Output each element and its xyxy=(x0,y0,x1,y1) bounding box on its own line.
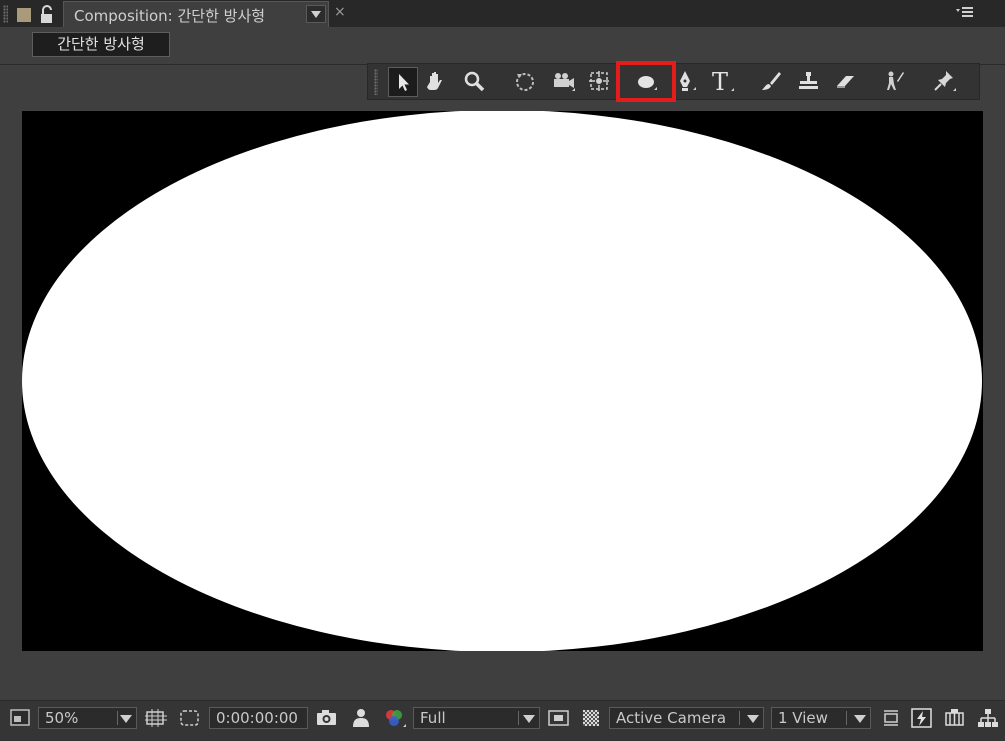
clone-stamp-tool-button[interactable] xyxy=(794,67,824,97)
magnification-value: 50% xyxy=(45,709,79,727)
flowchart-icon xyxy=(978,709,998,727)
checkerboard-icon xyxy=(583,710,599,726)
eraser-tool-button[interactable] xyxy=(831,67,861,97)
preview-icon xyxy=(10,709,30,726)
resolution-value: Full xyxy=(420,709,446,727)
roto-brush-icon xyxy=(887,71,904,90)
rgb-channels-icon xyxy=(386,710,406,727)
puppet-pin-tool-button[interactable] xyxy=(930,67,960,97)
type-tool-button[interactable]: T xyxy=(708,67,738,97)
transparency-grid-button[interactable] xyxy=(579,706,605,730)
composition-tab[interactable]: Composition: 간단한 방사형 xyxy=(63,1,329,27)
view-layout-dropdown[interactable]: 1 View xyxy=(771,707,871,729)
rotate-icon xyxy=(516,73,534,91)
flowchart-button[interactable] xyxy=(975,706,1001,730)
mask-visibility-button[interactable] xyxy=(177,706,203,730)
dropdown-separator xyxy=(518,711,519,725)
type-icon: T xyxy=(712,68,734,95)
camera-view-dropdown[interactable]: Active Camera xyxy=(609,707,764,729)
composition-dropdown-button[interactable] xyxy=(306,5,326,23)
snapshot-button[interactable] xyxy=(314,706,340,730)
dropdown-separator xyxy=(739,711,740,725)
panel-tab-bar: Composition: 간단한 방사형 × xyxy=(0,0,1005,27)
composition-tab-label: Composition: 간단한 방사형 xyxy=(74,7,266,25)
fast-previews-button[interactable] xyxy=(909,706,935,730)
stamp-icon xyxy=(799,72,818,89)
camera-snapshot-icon xyxy=(317,710,336,725)
show-snapshot-button[interactable] xyxy=(348,706,374,730)
always-preview-toggle[interactable] xyxy=(8,706,34,730)
selection-tool-button[interactable] xyxy=(388,67,418,97)
pan-behind-tool-button[interactable] xyxy=(585,67,615,97)
mask-icon xyxy=(180,710,199,726)
camera-view-value: Active Camera xyxy=(616,709,727,727)
composition-viewer[interactable] xyxy=(22,111,983,651)
timeline-icon xyxy=(945,709,964,726)
composition-breadcrumb[interactable]: 간단한 방사형 xyxy=(32,32,170,57)
brush-tool-button[interactable] xyxy=(757,67,787,97)
composition-navigator: 간단한 방사형 xyxy=(0,27,1005,62)
view-layout-value: 1 View xyxy=(778,709,828,727)
grid-guides-button[interactable] xyxy=(143,706,169,730)
panel-menu-icon[interactable] xyxy=(954,3,976,21)
person-icon xyxy=(353,709,369,727)
toggle-pixel-aspect-button[interactable] xyxy=(879,706,905,730)
camera-tool-button[interactable] xyxy=(548,67,578,97)
hand-icon xyxy=(427,72,442,90)
grid-icon xyxy=(145,709,167,727)
eraser-icon xyxy=(837,76,854,88)
fast-preview-icon xyxy=(911,708,932,728)
timecode-field[interactable]: 0:00:00:00 xyxy=(209,707,308,729)
hand-tool-button[interactable] xyxy=(422,67,452,97)
tools-grip[interactable] xyxy=(374,69,378,95)
close-icon[interactable]: × xyxy=(334,4,346,20)
magnifier-icon xyxy=(464,71,485,92)
pin-icon xyxy=(934,71,956,91)
resolution-dropdown[interactable]: Full xyxy=(413,707,540,729)
magnification-dropdown[interactable]: 50% xyxy=(38,707,137,729)
zoom-tool-button[interactable] xyxy=(460,67,490,97)
viewer-footer: 50% 0:00:00:00 Full Active Camera 1 View xyxy=(0,700,1005,741)
pixel-aspect-icon xyxy=(884,710,898,726)
timeline-button[interactable] xyxy=(942,706,968,730)
region-of-interest-button[interactable] xyxy=(546,706,572,730)
arrow-cursor-icon xyxy=(399,74,409,91)
brush-icon xyxy=(762,72,781,90)
rotation-tool-button[interactable] xyxy=(511,67,541,97)
ellipse-tool-highlight xyxy=(616,61,676,102)
lock-icon[interactable] xyxy=(38,5,60,25)
ellipse-shape-layer[interactable] xyxy=(22,111,982,651)
composition-color-swatch xyxy=(17,8,31,22)
show-channel-button[interactable] xyxy=(381,706,407,730)
panel-grip[interactable] xyxy=(3,5,8,23)
roto-brush-tool-button[interactable] xyxy=(880,67,910,97)
svg-text:T: T xyxy=(712,68,728,95)
camera-icon xyxy=(554,73,575,91)
dropdown-separator xyxy=(846,711,847,725)
pan-behind-icon xyxy=(589,71,609,91)
dropdown-separator xyxy=(117,711,118,725)
region-icon xyxy=(548,710,569,726)
